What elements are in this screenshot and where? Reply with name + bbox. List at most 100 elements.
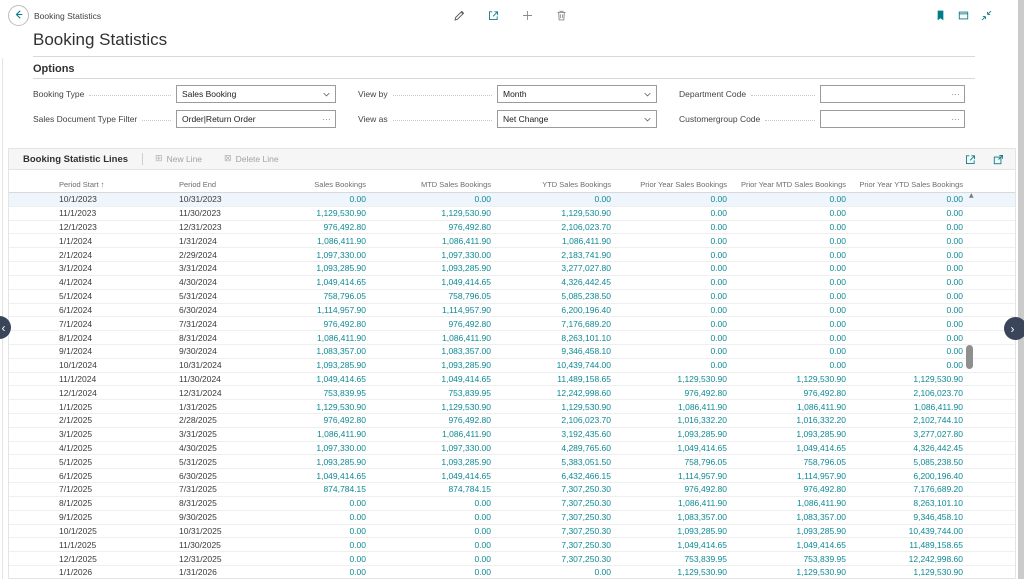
breadcrumb[interactable]: Booking Statistics <box>34 11 101 21</box>
prior-year-mtd-sales-bookings-cell[interactable]: 0.00 <box>727 319 846 329</box>
sales-bookings-cell[interactable]: 1,049,414.65 <box>279 471 366 481</box>
ytd-sales-bookings-cell[interactable]: 2,183,741.90 <box>491 250 611 260</box>
table-row[interactable]: 9/1/2025 9/30/2025 0.00 0.00 7,307,250.3… <box>9 511 1015 525</box>
prior-year-mtd-sales-bookings-cell[interactable]: 0.00 <box>727 291 846 301</box>
sales-bookings-cell[interactable]: 1,129,530.90 <box>279 402 366 412</box>
period-end-cell[interactable]: 7/31/2024 <box>159 319 279 329</box>
prior-year-sales-bookings-cell[interactable]: 0.00 <box>611 194 727 204</box>
back-button[interactable] <box>8 5 29 26</box>
prior-year-sales-bookings-cell[interactable]: 976,492.80 <box>611 388 727 398</box>
mtd-sales-bookings-cell[interactable]: 1,086,411.90 <box>366 333 491 343</box>
ytd-sales-bookings-cell[interactable]: 1,086,411.90 <box>491 236 611 246</box>
prior-year-sales-bookings-cell[interactable]: 1,083,357.00 <box>611 512 727 522</box>
prior-year-mtd-sales-bookings-cell[interactable]: 0.00 <box>727 194 846 204</box>
table-row[interactable]: 11/1/2023 11/30/2023 1,129,530.90 1,129,… <box>9 207 1015 221</box>
prior-year-mtd-sales-bookings-cell[interactable]: 0.00 <box>727 277 846 287</box>
period-end-cell[interactable]: 12/31/2025 <box>159 554 279 564</box>
prior-year-sales-bookings-cell[interactable]: 0.00 <box>611 360 727 370</box>
period-start-cell[interactable]: 1/1/2026 <box>39 567 159 577</box>
period-end-cell[interactable]: 1/31/2026 <box>159 567 279 577</box>
column-header-mtd-sales-bookings[interactable]: MTD Sales Bookings <box>366 180 491 189</box>
period-start-cell[interactable]: 1/1/2024 <box>39 236 159 246</box>
period-start-cell[interactable]: 12/1/2023 <box>39 222 159 232</box>
prior-year-sales-bookings-cell[interactable]: 1,086,411.90 <box>611 498 727 508</box>
period-end-cell[interactable]: 4/30/2024 <box>159 277 279 287</box>
mtd-sales-bookings-cell[interactable]: 1,093,285.90 <box>366 457 491 467</box>
table-row[interactable]: 12/1/2025 12/31/2025 0.00 0.00 7,307,250… <box>9 552 1015 566</box>
prior-year-mtd-sales-bookings-cell[interactable]: 0.00 <box>727 305 846 315</box>
table-row[interactable]: 3/1/2024 3/31/2024 1,093,285.90 1,093,28… <box>9 262 1015 276</box>
period-start-cell[interactable]: 9/1/2025 <box>39 512 159 522</box>
sales-bookings-cell[interactable]: 1,083,357.00 <box>279 346 366 356</box>
view-as-select[interactable]: Net Change <box>497 110 657 128</box>
prior-year-ytd-sales-bookings-cell[interactable]: 2,102,744.10 <box>846 415 963 425</box>
ytd-sales-bookings-cell[interactable]: 7,307,250.30 <box>491 512 611 522</box>
view-by-select[interactable]: Month <box>497 85 657 103</box>
sales-bookings-cell[interactable]: 0.00 <box>279 554 366 564</box>
table-row[interactable]: 6/1/2024 6/30/2024 1,114,957.90 1,114,95… <box>9 304 1015 318</box>
sales-bookings-cell[interactable]: 1,086,411.90 <box>279 236 366 246</box>
prior-year-sales-bookings-cell[interactable]: 753,839.95 <box>611 554 727 564</box>
prior-year-mtd-sales-bookings-cell[interactable]: 753,839.95 <box>727 554 846 564</box>
mtd-sales-bookings-cell[interactable]: 0.00 <box>366 526 491 536</box>
sales-bookings-cell[interactable]: 1,086,411.90 <box>279 429 366 439</box>
booking-type-select[interactable]: Sales Booking <box>176 85 336 103</box>
table-scroll-up-icon[interactable]: ▲ <box>969 192 974 199</box>
prior-year-ytd-sales-bookings-cell[interactable]: 7,176,689.20 <box>846 484 963 494</box>
sales-doc-type-input[interactable]: Order|Return Order … <box>176 110 336 128</box>
ytd-sales-bookings-cell[interactable]: 0.00 <box>491 194 611 204</box>
prior-year-mtd-sales-bookings-cell[interactable]: 1,129,530.90 <box>727 374 846 384</box>
period-end-cell[interactable]: 11/30/2024 <box>159 374 279 384</box>
sales-bookings-cell[interactable]: 1,049,414.65 <box>279 277 366 287</box>
mtd-sales-bookings-cell[interactable]: 1,093,285.90 <box>366 360 491 370</box>
table-row[interactable]: 12/1/2023 12/31/2023 976,492.80 976,492.… <box>9 221 1015 235</box>
table-row[interactable]: 1/1/2025 1/31/2025 1,129,530.90 1,129,53… <box>9 400 1015 414</box>
period-end-cell[interactable]: 5/31/2025 <box>159 457 279 467</box>
prior-year-sales-bookings-cell[interactable]: 0.00 <box>611 208 727 218</box>
column-header-ytd-sales-bookings[interactable]: YTD Sales Bookings <box>491 180 611 189</box>
prior-year-mtd-sales-bookings-cell[interactable]: 0.00 <box>727 333 846 343</box>
prior-year-ytd-sales-bookings-cell[interactable]: 0.00 <box>846 277 963 287</box>
sales-bookings-cell[interactable]: 1,093,285.90 <box>279 457 366 467</box>
mtd-sales-bookings-cell[interactable]: 758,796.05 <box>366 291 491 301</box>
table-row[interactable]: 6/1/2025 6/30/2025 1,049,414.65 1,049,41… <box>9 469 1015 483</box>
chevron-down-icon[interactable] <box>643 90 652 99</box>
period-start-cell[interactable]: 4/1/2025 <box>39 443 159 453</box>
period-start-cell[interactable]: 3/1/2025 <box>39 429 159 439</box>
table-row[interactable]: 5/1/2025 5/31/2025 1,093,285.90 1,093,28… <box>9 455 1015 469</box>
prior-year-mtd-sales-bookings-cell[interactable]: 1,049,414.65 <box>727 540 846 550</box>
period-end-cell[interactable]: 8/31/2024 <box>159 333 279 343</box>
prior-year-ytd-sales-bookings-cell[interactable]: 1,129,530.90 <box>846 567 963 577</box>
table-row[interactable]: 12/1/2024 12/31/2024 753,839.95 753,839.… <box>9 386 1015 400</box>
prior-year-sales-bookings-cell[interactable]: 0.00 <box>611 277 727 287</box>
period-start-cell[interactable]: 7/1/2024 <box>39 319 159 329</box>
assist-edit-icon[interactable]: … <box>951 112 960 122</box>
period-end-cell[interactable]: 1/31/2024 <box>159 236 279 246</box>
ytd-sales-bookings-cell[interactable]: 7,307,250.30 <box>491 540 611 550</box>
prior-year-sales-bookings-cell[interactable]: 758,796.05 <box>611 457 727 467</box>
period-start-cell[interactable]: 5/1/2025 <box>39 457 159 467</box>
department-code-input[interactable]: … <box>820 85 965 103</box>
prior-year-sales-bookings-cell[interactable]: 1,114,957.90 <box>611 471 727 481</box>
prior-year-sales-bookings-cell[interactable]: 976,492.80 <box>611 484 727 494</box>
sales-bookings-cell[interactable]: 1,086,411.90 <box>279 333 366 343</box>
period-end-cell[interactable]: 9/30/2024 <box>159 346 279 356</box>
period-start-cell[interactable]: 8/1/2025 <box>39 498 159 508</box>
period-start-cell[interactable]: 8/1/2024 <box>39 333 159 343</box>
prior-year-ytd-sales-bookings-cell[interactable]: 0.00 <box>846 360 963 370</box>
ytd-sales-bookings-cell[interactable]: 7,307,250.30 <box>491 554 611 564</box>
mtd-sales-bookings-cell[interactable]: 1,129,530.90 <box>366 208 491 218</box>
ytd-sales-bookings-cell[interactable]: 7,307,250.30 <box>491 484 611 494</box>
delete-line-button[interactable]: ⊠ Delete Line <box>224 154 279 164</box>
period-start-cell[interactable]: 7/1/2025 <box>39 484 159 494</box>
period-end-cell[interactable]: 1/31/2025 <box>159 402 279 412</box>
prior-year-mtd-sales-bookings-cell[interactable]: 0.00 <box>727 222 846 232</box>
mtd-sales-bookings-cell[interactable]: 1,049,414.65 <box>366 471 491 481</box>
ytd-sales-bookings-cell[interactable]: 10,439,744.00 <box>491 360 611 370</box>
prior-year-ytd-sales-bookings-cell[interactable]: 1,086,411.90 <box>846 402 963 412</box>
mtd-sales-bookings-cell[interactable]: 1,086,411.90 <box>366 429 491 439</box>
table-row[interactable]: 7/1/2024 7/31/2024 976,492.80 976,492.80… <box>9 317 1015 331</box>
mtd-sales-bookings-cell[interactable]: 0.00 <box>366 512 491 522</box>
ytd-sales-bookings-cell[interactable]: 1,129,530.90 <box>491 402 611 412</box>
ytd-sales-bookings-cell[interactable]: 12,242,998.60 <box>491 388 611 398</box>
